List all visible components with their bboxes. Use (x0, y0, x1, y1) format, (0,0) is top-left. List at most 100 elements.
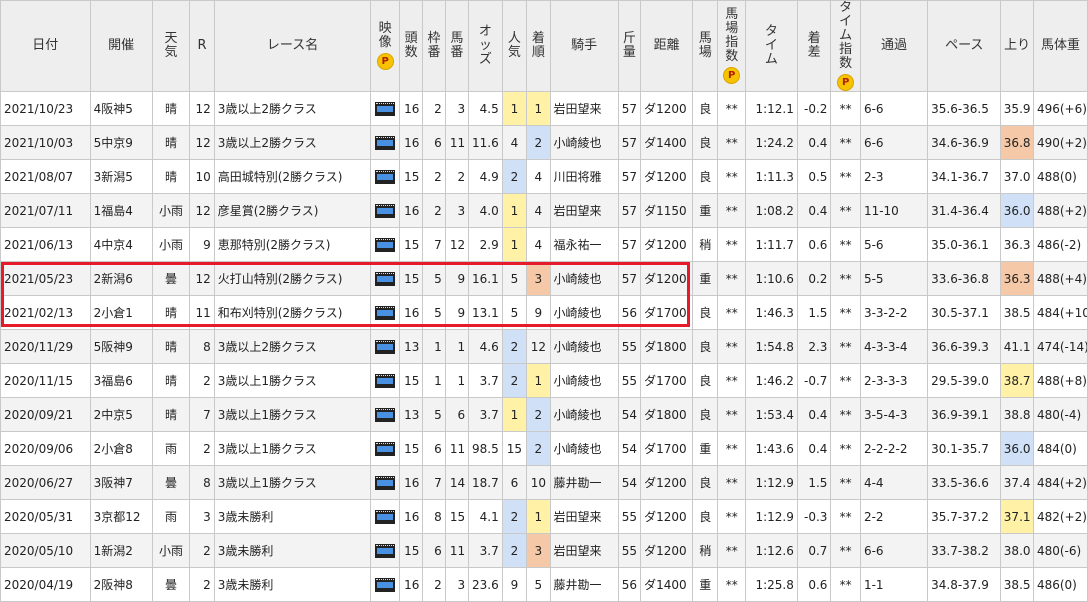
video-film-icon[interactable] (375, 475, 396, 490)
date-link[interactable]: 2020/11/15 (0, 363, 91, 398)
header-time[interactable]: タイム (744, 0, 798, 92)
header-pace[interactable]: ペース (927, 0, 1002, 92)
video-film-icon[interactable] (375, 135, 396, 150)
date-link[interactable]: 2021/10/23 (0, 91, 91, 126)
header-passing[interactable]: 通過 (859, 0, 929, 92)
race-name-link[interactable]: 高田城特別(2勝クラス) (213, 159, 372, 194)
race-name-link[interactable]: 3歳以上1勝クラス (213, 431, 372, 466)
race-name-link[interactable]: 3歳以上2勝クラス (213, 329, 372, 364)
race-name-link[interactable]: 3歳以上2勝クラス (213, 125, 372, 160)
header-weight[interactable]: 馬体重 (1032, 0, 1088, 92)
venue-link[interactable]: 4阪神5 (89, 91, 153, 126)
header-popularity[interactable]: 人気 (501, 0, 528, 92)
venue-link[interactable]: 1福島4 (89, 193, 153, 228)
venue-link[interactable]: 2小倉8 (89, 431, 153, 466)
venue-link[interactable]: 1新潟2 (89, 533, 153, 568)
video-icon-cell[interactable] (370, 125, 400, 160)
race-name-link[interactable]: 3歳以上1勝クラス (213, 397, 372, 432)
venue-link[interactable]: 2小倉1 (89, 295, 153, 330)
race-name-link[interactable]: 3歳未勝利 (213, 533, 372, 568)
date-link[interactable]: 2020/04/19 (0, 567, 91, 602)
race-name-link[interactable]: 3歳未勝利 (213, 499, 372, 534)
header-venue[interactable]: 開催 (89, 0, 153, 92)
jockey-link[interactable]: 小崎綾也 (549, 261, 619, 296)
date-link[interactable]: 2020/05/31 (0, 499, 91, 534)
race-name-link[interactable]: 3歳以上2勝クラス (213, 91, 372, 126)
jockey-link[interactable]: 藤井勘一 (549, 567, 619, 602)
venue-link[interactable]: 2阪神8 (89, 567, 153, 602)
video-icon-cell[interactable] (370, 431, 400, 466)
jockey-link[interactable]: 小崎綾也 (549, 431, 619, 466)
video-film-icon[interactable] (375, 407, 396, 422)
race-name-link[interactable]: 3歳以上1勝クラス (213, 465, 372, 500)
video-icon-cell[interactable] (370, 363, 400, 398)
venue-link[interactable]: 2新潟6 (89, 261, 153, 296)
video-icon-cell[interactable] (370, 261, 400, 296)
jockey-link[interactable]: 小崎綾也 (549, 329, 619, 364)
date-link[interactable]: 2021/07/11 (0, 193, 91, 228)
header-jockey[interactable]: 騎手 (549, 0, 619, 92)
video-film-icon[interactable] (375, 271, 396, 286)
race-name-link[interactable]: 火打山特別(2勝クラス) (213, 261, 372, 296)
video-icon-cell[interactable] (370, 193, 400, 228)
jockey-link[interactable]: 小崎綾也 (549, 125, 619, 160)
video-icon-cell[interactable] (370, 159, 400, 194)
date-link[interactable]: 2020/09/06 (0, 431, 91, 466)
jockey-link[interactable]: 川田将雅 (549, 159, 619, 194)
video-film-icon[interactable] (375, 169, 396, 184)
jockey-link[interactable]: 岩田望来 (549, 91, 619, 126)
header-distance[interactable]: 距離 (640, 0, 694, 92)
video-icon-cell[interactable] (370, 91, 400, 126)
venue-link[interactable]: 3京都12 (89, 499, 153, 534)
video-icon-cell[interactable] (370, 227, 400, 262)
date-link[interactable]: 2021/02/13 (0, 295, 91, 330)
header-heads[interactable]: 頭数 (398, 0, 424, 92)
venue-link[interactable]: 2中京5 (89, 397, 153, 432)
race-name-link[interactable]: 彦星賞(2勝クラス) (213, 193, 372, 228)
date-link[interactable]: 2021/06/13 (0, 227, 91, 262)
header-track[interactable]: 馬場 (692, 0, 719, 92)
venue-link[interactable]: 3阪神7 (89, 465, 153, 500)
venue-link[interactable]: 3福島6 (89, 363, 153, 398)
venue-link[interactable]: 5中京9 (89, 125, 153, 160)
header-race[interactable]: レース名 (213, 0, 372, 92)
venue-link[interactable]: 4中京4 (89, 227, 153, 262)
venue-link[interactable]: 5阪神9 (89, 329, 153, 364)
jockey-link[interactable]: 岩田望来 (549, 193, 619, 228)
video-icon-cell[interactable] (370, 329, 400, 364)
header-video[interactable]: 映像 P (370, 0, 400, 92)
jockey-link[interactable]: 福永祐一 (549, 227, 619, 262)
header-waku[interactable]: 枠番 (422, 0, 446, 92)
video-film-icon[interactable] (375, 577, 396, 592)
video-film-icon[interactable] (375, 373, 396, 388)
jockey-link[interactable]: 岩田望来 (549, 499, 619, 534)
header-weather[interactable]: 天気 (151, 0, 191, 92)
header-kinryo[interactable]: 斤量 (617, 0, 642, 92)
header-track-index[interactable]: 馬場指数 P (717, 0, 746, 92)
video-film-icon[interactable] (375, 237, 396, 252)
header-date[interactable]: 日付 (0, 0, 91, 92)
date-link[interactable]: 2021/10/03 (0, 125, 91, 160)
race-name-link[interactable]: 恵那特別(2勝クラス) (213, 227, 372, 262)
race-name-link[interactable]: 和布刈特別(2勝クラス) (213, 295, 372, 330)
header-last3f[interactable]: 上り (1000, 0, 1034, 92)
video-film-icon[interactable] (375, 339, 396, 354)
jockey-link[interactable]: 小崎綾也 (549, 363, 619, 398)
video-icon-cell[interactable] (370, 465, 400, 500)
date-link[interactable]: 2020/09/21 (0, 397, 91, 432)
video-film-icon[interactable] (375, 543, 396, 558)
jockey-link[interactable]: 小崎綾也 (549, 295, 619, 330)
header-odds[interactable]: オッズ (468, 0, 503, 92)
jockey-link[interactable]: 藤井勘一 (549, 465, 619, 500)
header-time-index[interactable]: タイム指数 P (830, 0, 861, 92)
video-icon-cell[interactable] (370, 567, 400, 602)
video-film-icon[interactable] (375, 509, 396, 524)
video-film-icon[interactable] (375, 203, 396, 218)
video-film-icon[interactable] (375, 441, 396, 456)
date-link[interactable]: 2021/05/23 (0, 261, 91, 296)
date-link[interactable]: 2020/05/10 (0, 533, 91, 568)
header-umaban[interactable]: 馬番 (444, 0, 470, 92)
video-film-icon[interactable] (375, 305, 396, 320)
race-name-link[interactable]: 3歳未勝利 (213, 567, 372, 602)
header-margin[interactable]: 着差 (796, 0, 832, 92)
